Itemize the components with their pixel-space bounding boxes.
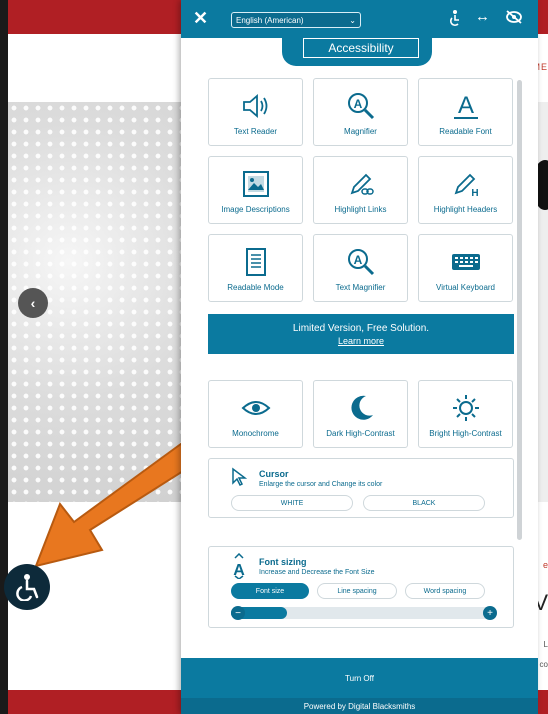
limited-version-banner: Limited Version, Free Solution. Learn mo… — [208, 314, 514, 354]
cursor-card: Cursor Enlarge the cursor and Change its… — [208, 458, 514, 518]
tool-label: Image Descriptions — [221, 204, 290, 214]
language-value: English (American) — [236, 15, 304, 25]
option-dark-high-contrast[interactable]: Dark High-Contrast — [313, 380, 408, 448]
tab-font-size[interactable]: Font size — [231, 583, 309, 599]
tool-label: Text Magnifier — [335, 282, 386, 292]
cursor-desc: Enlarge the cursor and Change its color — [259, 481, 383, 488]
magnifier-icon: A — [347, 92, 374, 119]
accessibility-person-icon[interactable] — [447, 9, 463, 27]
tab-word-spacing[interactable]: Word spacing — [405, 583, 485, 599]
tool-magnifier[interactable]: A Magnifier — [313, 78, 408, 146]
tool-label: Readable Mode — [227, 282, 284, 292]
cursor-black-button[interactable]: BLACK — [363, 495, 485, 511]
eye-icon — [241, 400, 270, 415]
option-label: Monochrome — [232, 428, 279, 438]
cursor-icon — [232, 467, 247, 487]
wheelchair-icon — [16, 574, 39, 601]
tool-highlight-links[interactable]: Highlight Links — [313, 156, 408, 224]
tool-text-reader[interactable]: Text Reader — [208, 78, 303, 146]
image-icon — [242, 170, 269, 197]
cursor-white-button[interactable]: WHITE — [231, 495, 353, 511]
tools-grid: Text Reader A Magnifier A Readable Font … — [208, 78, 514, 302]
tool-highlight-headers[interactable]: H Highlight Headers — [418, 156, 513, 224]
option-label: Dark High-Contrast — [326, 428, 395, 438]
tool-text-magnifier[interactable]: A Text Magnifier — [313, 234, 408, 302]
tab-line-spacing[interactable]: Line spacing — [317, 583, 397, 599]
font-sizing-title: Font sizing — [259, 557, 307, 567]
site-small-text: L — [543, 640, 548, 649]
accessibility-launcher-button[interactable] — [4, 564, 50, 610]
resize-arrows-icon[interactable]: ↔ — [475, 9, 490, 24]
font-sizing-card: A Font sizing Increase and Decrease the … — [208, 546, 514, 628]
contrast-grid: Monochrome Dark High-Contrast Bright Hig… — [208, 380, 514, 448]
language-select[interactable]: English (American) ⌄ — [231, 12, 361, 28]
close-icon[interactable]: ✕ — [193, 9, 208, 27]
tool-label: Readable Font — [439, 126, 492, 136]
svg-text:A: A — [353, 253, 362, 267]
font-icon: A — [453, 92, 478, 119]
cursor-title: Cursor — [259, 469, 289, 479]
turn-off-button[interactable]: Turn Off — [181, 658, 538, 698]
text-magnifier-icon: A — [347, 248, 374, 275]
tool-label: Highlight Links — [334, 204, 387, 214]
site-red-text: e — [542, 560, 548, 570]
tab-label: Accessibility — [303, 38, 419, 58]
svg-text:H: H — [471, 188, 478, 199]
pen-header-icon: H — [454, 173, 478, 199]
document-icon — [245, 247, 266, 276]
tool-virtual-keyboard[interactable]: Virtual Keyboard — [418, 234, 513, 302]
hide-eye-icon[interactable] — [505, 9, 523, 25]
option-bright-high-contrast[interactable]: Bright High-Contrast — [418, 380, 513, 448]
svg-text:A: A — [353, 97, 362, 111]
option-label: Bright High-Contrast — [429, 428, 502, 438]
panel-scrollbar[interactable] — [517, 80, 522, 540]
pen-link-icon — [350, 173, 374, 195]
font-sizing-desc: Increase and Decrease the Font Size — [259, 569, 375, 576]
tab-accessibility[interactable]: Accessibility — [282, 30, 432, 66]
tool-image-descriptions[interactable]: Image Descriptions — [208, 156, 303, 224]
powered-by-text: Powered by Digital Blacksmiths — [181, 698, 538, 714]
learn-more-link[interactable]: Learn more — [338, 336, 384, 346]
tool-readable-font[interactable]: A Readable Font — [418, 78, 513, 146]
svg-text:A: A — [457, 92, 473, 119]
speaker-icon — [242, 93, 267, 118]
keyboard-icon — [451, 253, 480, 270]
option-monochrome[interactable]: Monochrome — [208, 380, 303, 448]
chevron-down-icon: ⌄ — [349, 15, 356, 25]
tool-label: Virtual Keyboard — [436, 282, 495, 292]
site-small-text: co — [539, 660, 548, 669]
tool-label: Text Reader — [233, 126, 278, 136]
tool-label: Magnifier — [344, 126, 377, 136]
font-size-icon: A — [233, 553, 245, 579]
tool-readable-mode[interactable]: Readable Mode — [208, 234, 303, 302]
increase-font-button[interactable]: + — [483, 606, 497, 620]
sun-icon — [452, 394, 479, 421]
tool-label: Highlight Headers — [433, 204, 498, 214]
carousel-prev-button[interactable]: ‹ — [18, 288, 48, 318]
moon-icon — [350, 395, 373, 420]
accessibility-panel: ✕ English (American) ⌄ ↔ Accessibility T… — [181, 0, 538, 714]
decrease-font-button[interactable]: − — [231, 606, 245, 620]
banner-title: Limited Version, Free Solution. — [292, 322, 430, 334]
